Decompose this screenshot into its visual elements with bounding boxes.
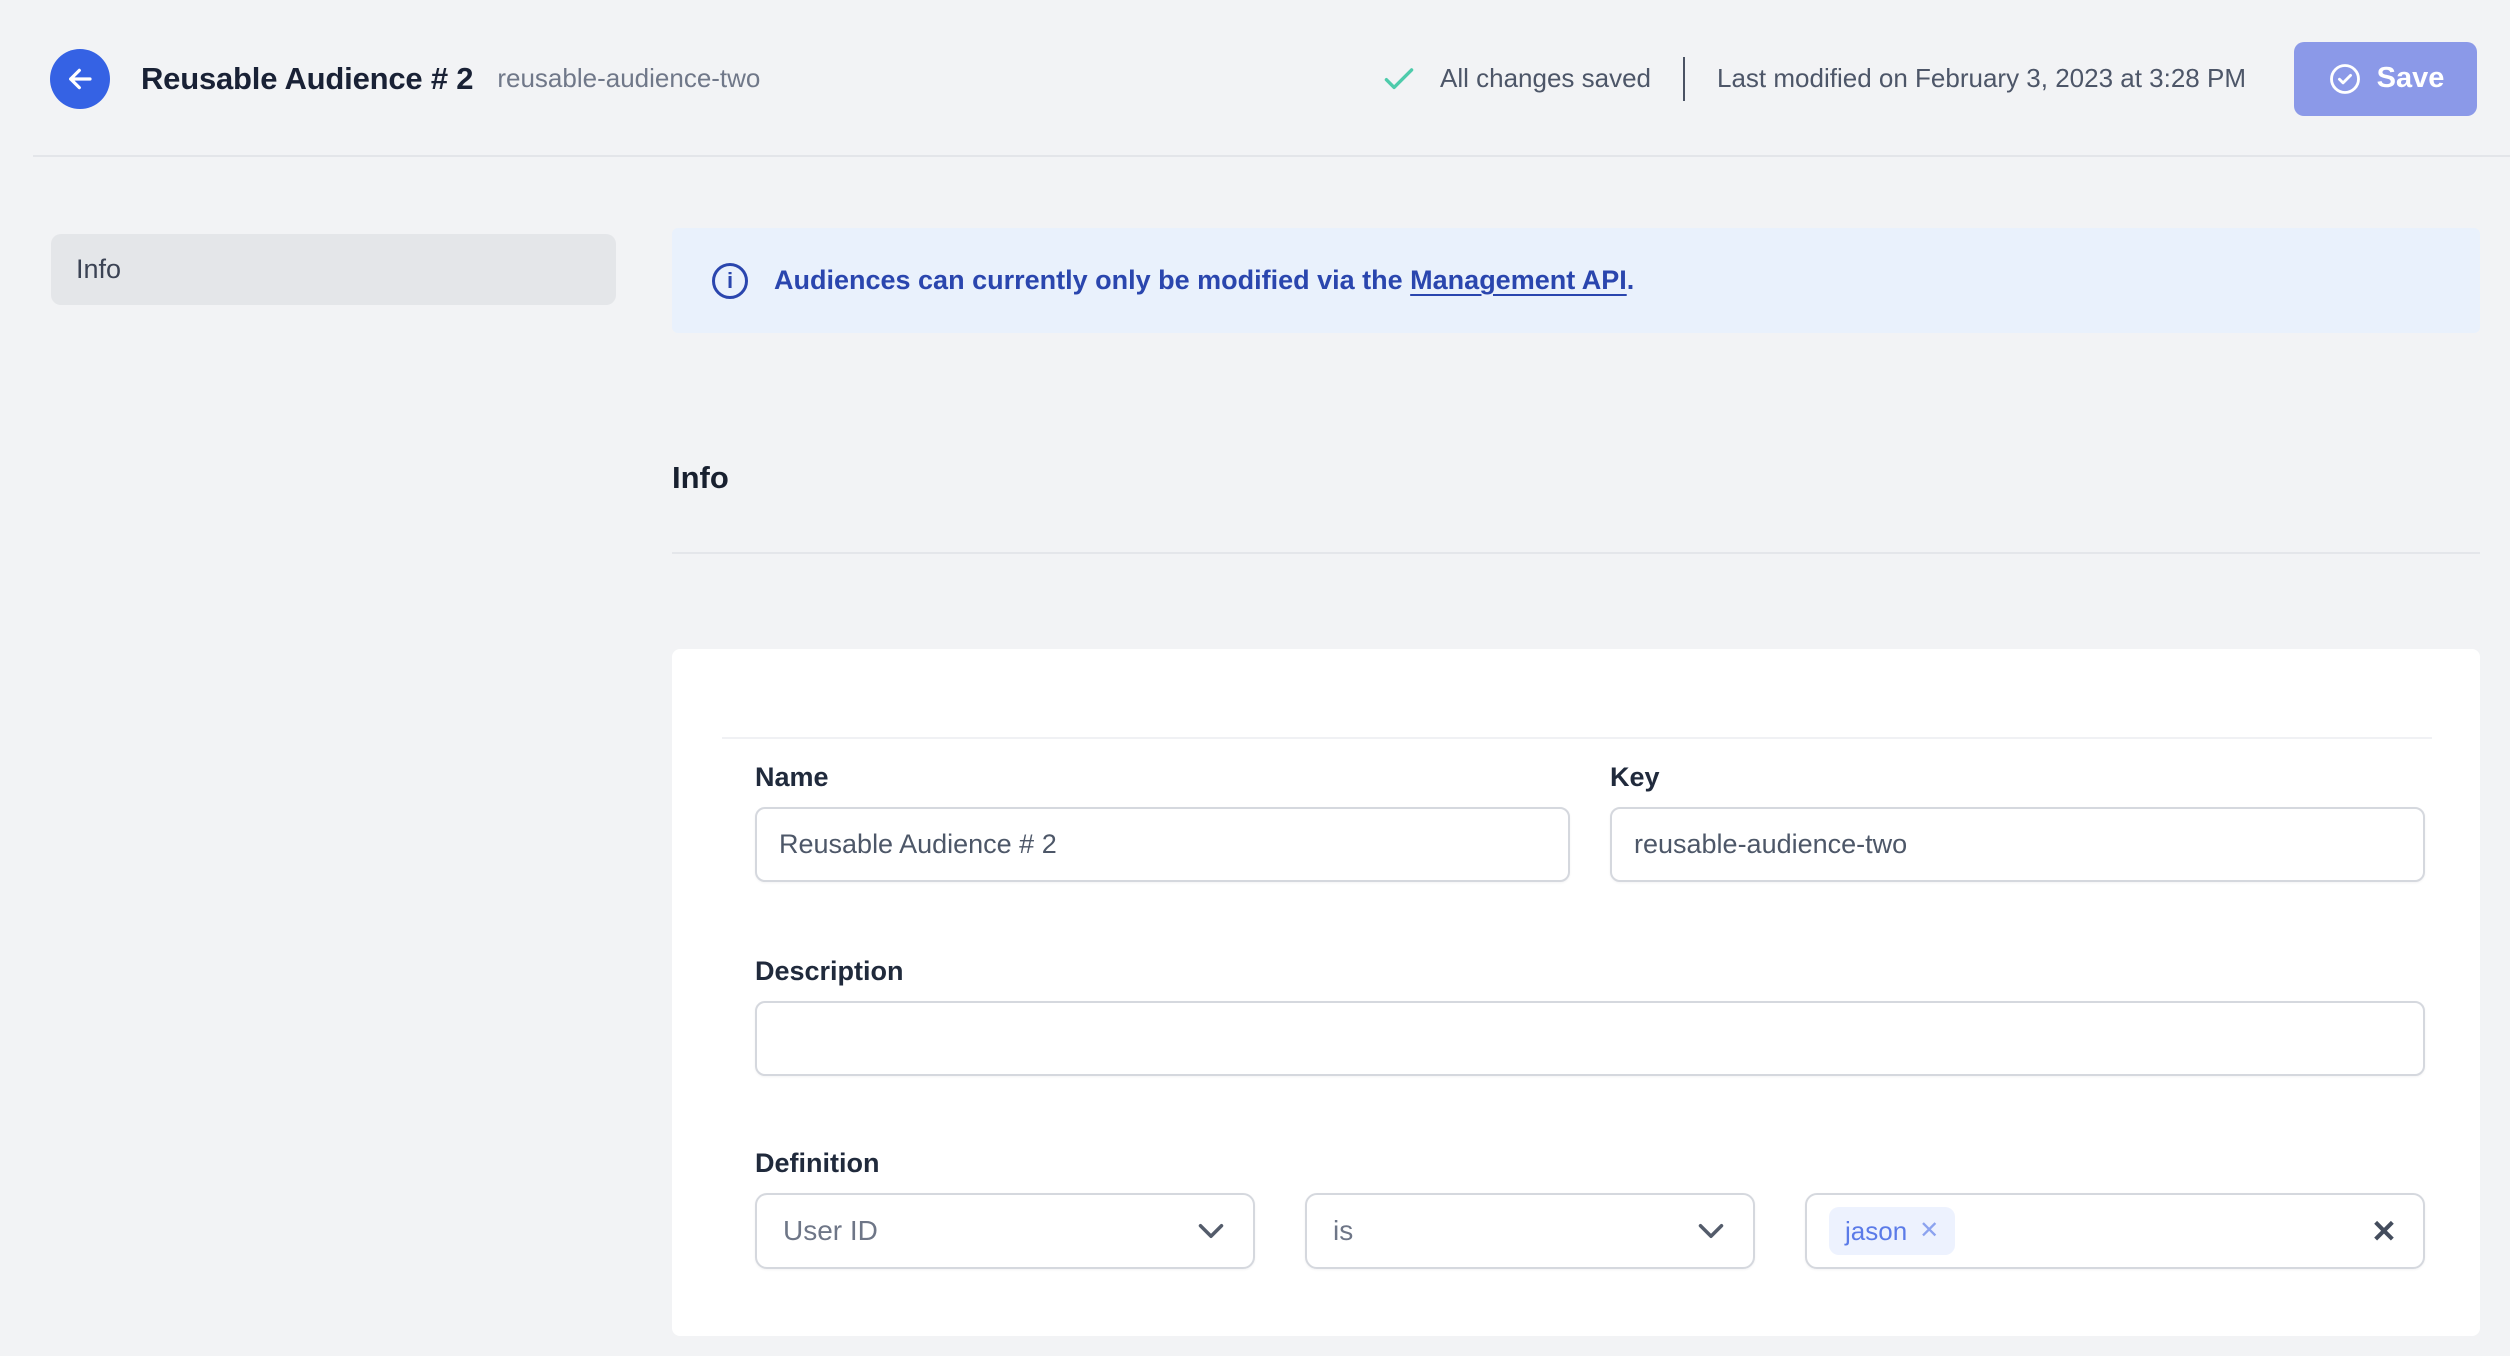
- description-row: Description: [755, 955, 2425, 1076]
- header-right: All changes saved Last modified on Febru…: [1382, 41, 2477, 116]
- back-button[interactable]: [50, 48, 110, 109]
- save-status: All changes saved: [1439, 63, 1652, 93]
- banner-text-after: .: [1626, 265, 1635, 295]
- value-chip[interactable]: jason ✕: [1829, 1207, 1956, 1255]
- definition-attribute-select[interactable]: User ID: [755, 1193, 1255, 1269]
- success-check-icon: [1382, 65, 1416, 93]
- info-banner: i Audiences can currently only be modifi…: [672, 228, 2480, 333]
- definition-row: Definition User ID is jason ✕ ✕: [755, 1147, 2425, 1269]
- definition-attribute-value: User ID: [783, 1215, 878, 1246]
- management-api-link[interactable]: Management API: [1410, 265, 1627, 295]
- definition-operator-value: is: [1333, 1215, 1354, 1246]
- description-field: Description: [755, 955, 2425, 1076]
- banner-text-before: Audiences can currently only be modified…: [774, 265, 1411, 295]
- sidebar-item-label: Info: [76, 254, 122, 284]
- description-label: Description: [755, 956, 904, 986]
- content: Info i Audiences can currently only be m…: [0, 157, 2510, 1336]
- chip-remove-icon[interactable]: ✕: [1919, 1219, 1939, 1243]
- name-input[interactable]: [755, 807, 1570, 882]
- name-field: Name: [755, 761, 1570, 882]
- header: Reusable Audience # 2 reusable-audience-…: [0, 0, 2510, 157]
- clear-values-icon[interactable]: ✕: [2371, 1216, 2397, 1247]
- card-top-divider: [722, 737, 2432, 739]
- name-label: Name: [755, 762, 829, 792]
- page-title: Reusable Audience # 2: [141, 60, 474, 96]
- definition-label: Definition: [755, 1148, 880, 1178]
- chevron-down-icon: [1197, 1222, 1225, 1240]
- definition-controls: User ID is jason ✕ ✕: [755, 1193, 2425, 1269]
- save-button-label: Save: [2376, 62, 2445, 94]
- name-key-row: Name Key: [755, 649, 2425, 882]
- definition-values-input[interactable]: jason ✕ ✕: [1805, 1193, 2425, 1269]
- banner-text: Audiences can currently only be modified…: [774, 265, 1634, 296]
- value-chip-label: jason: [1845, 1215, 1908, 1246]
- definition-operator-select[interactable]: is: [1305, 1193, 1755, 1269]
- header-vertical-divider: [1683, 56, 1686, 101]
- last-modified: Last modified on February 3, 2023 at 3:2…: [1717, 63, 2246, 93]
- info-card: Name Key Description Definition: [672, 649, 2480, 1336]
- page-subtitle: reusable-audience-two: [497, 63, 761, 93]
- chevron-down-icon: [1697, 1222, 1725, 1240]
- description-input[interactable]: [755, 1001, 2425, 1076]
- main-panel: i Audiences can currently only be modifi…: [672, 228, 2480, 1336]
- definition-field: Definition User ID is jason ✕ ✕: [755, 1147, 2425, 1269]
- save-button[interactable]: Save: [2294, 41, 2477, 116]
- arrow-left-icon: [64, 63, 96, 95]
- key-label: Key: [1610, 762, 1660, 792]
- info-circle-icon: i: [712, 262, 748, 299]
- section-heading: Info: [672, 460, 729, 495]
- key-field: Key: [1610, 761, 2425, 882]
- check-circle-icon: [2327, 61, 2363, 97]
- key-input[interactable]: [1610, 807, 2425, 882]
- sidebar: Info: [51, 234, 616, 1336]
- sidebar-item-info[interactable]: Info: [51, 234, 616, 305]
- section-divider: [672, 552, 2480, 554]
